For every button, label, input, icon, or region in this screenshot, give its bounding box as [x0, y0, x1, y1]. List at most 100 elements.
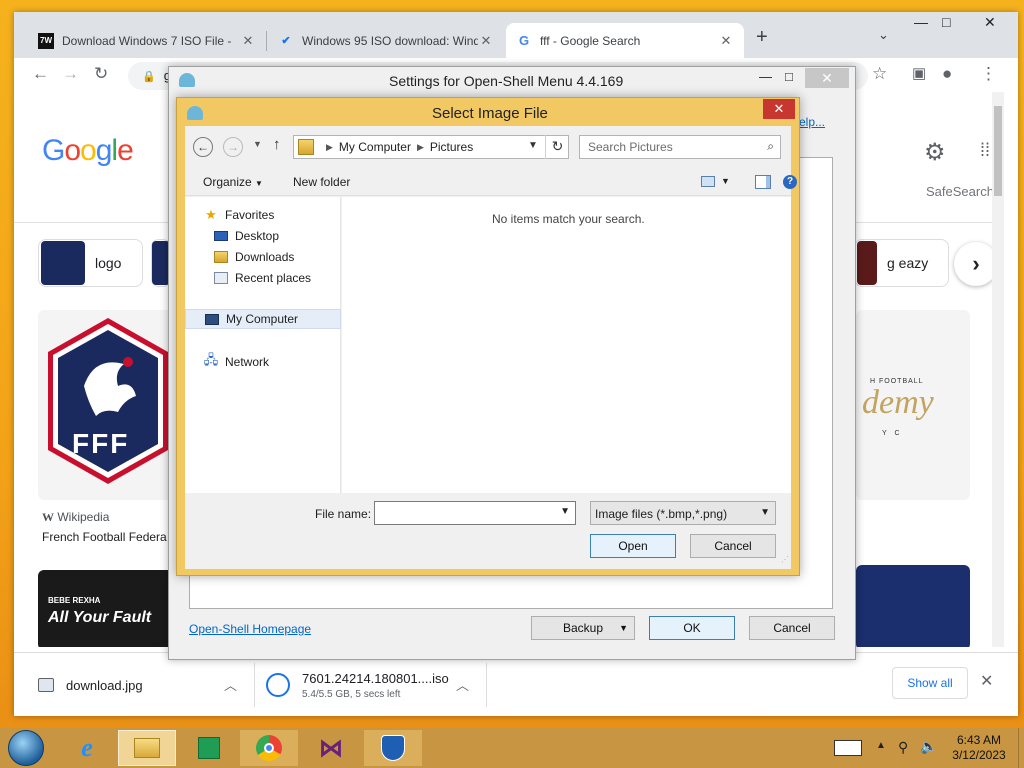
tray-expand-arrow-icon[interactable]: ▲: [876, 740, 886, 751]
settings-gear-icon[interactable]: ⚙: [924, 138, 946, 167]
backup-button[interactable]: Backup ▼: [531, 616, 635, 640]
safesearch-label[interactable]: SafeSearch: [926, 184, 994, 199]
reload-icon[interactable]: ↻: [94, 64, 108, 84]
taskbar-clock[interactable]: 6:43 AM 3/12/2023: [946, 733, 1012, 763]
close-tab-icon[interactable]: ✕: [478, 33, 494, 49]
bebe-rexha-image[interactable]: BEBE REXHA All Your Fault: [38, 570, 178, 647]
nav-desktop[interactable]: Desktop: [213, 226, 279, 246]
address-breadcrumb[interactable]: ▶ My Computer ▶ Pictures ▼: [293, 135, 569, 159]
open-shell-homepage-link[interactable]: Open-Shell Homepage: [189, 622, 311, 636]
breadcrumb-pictures[interactable]: Pictures: [430, 140, 473, 154]
chrome-icon[interactable]: [240, 730, 298, 766]
download-item[interactable]: download.jpg: [38, 665, 143, 705]
scrollbar-thumb[interactable]: [994, 106, 1002, 196]
internet-explorer-icon[interactable]: e: [58, 730, 116, 766]
download-filename: download.jpg: [66, 677, 143, 693]
dialog-title-bar[interactable]: Select Image File ✕: [177, 98, 799, 126]
close-window-icon[interactable]: ✕: [984, 14, 996, 31]
file-list-pane[interactable]: No items match your search.: [342, 197, 791, 493]
forward-arrow-icon[interactable]: →: [223, 137, 243, 157]
nav-favorites[interactable]: ★ Favorites: [203, 205, 274, 225]
refresh-icon[interactable]: ↻: [545, 135, 569, 159]
cancel-button[interactable]: Cancel: [749, 616, 835, 640]
search-input[interactable]: Search Pictures ⌕: [579, 135, 781, 159]
close-icon[interactable]: ✕: [763, 99, 795, 119]
chevron-down-icon[interactable]: ▼: [560, 506, 570, 517]
nav-my-computer[interactable]: My Computer: [185, 309, 341, 329]
file-type-select[interactable]: Image files (*.bmp,*.png) ▼: [590, 501, 776, 525]
nav-downloads[interactable]: Downloads: [213, 247, 294, 267]
tab-google-search[interactable]: G fff - Google Search ✕: [506, 23, 744, 58]
folder-icon: [298, 139, 314, 155]
chip-logo[interactable]: logo: [38, 239, 143, 287]
ok-button[interactable]: OK: [649, 616, 735, 640]
chip-g-eazy[interactable]: g eazy: [854, 239, 949, 287]
result-title[interactable]: French Football Federa: [42, 530, 167, 544]
shield-icon[interactable]: [364, 730, 422, 766]
volume-icon[interactable]: 🔈: [920, 738, 937, 755]
nav-recent-places[interactable]: Recent places: [213, 268, 311, 288]
store-icon[interactable]: [180, 730, 238, 766]
page-scrollbar[interactable]: [992, 92, 1004, 647]
settings-title-bar[interactable]: Settings for Open-Shell Menu 4.4.169 — □…: [169, 67, 855, 95]
change-view-icon[interactable]: [701, 176, 715, 187]
chevron-up-icon[interactable]: ︿: [224, 675, 237, 694]
organize-button[interactable]: Organize ▼: [203, 175, 263, 189]
chevron-up-icon[interactable]: ︿: [456, 675, 469, 694]
bookmark-star-icon[interactable]: ☆: [872, 64, 887, 84]
close-downloads-icon[interactable]: ✕: [980, 671, 993, 691]
minimize-icon[interactable]: —: [914, 14, 928, 30]
star-icon: ★: [205, 207, 217, 222]
close-tab-icon[interactable]: ✕: [240, 33, 256, 49]
maximize-icon[interactable]: □: [785, 69, 793, 84]
new-tab-plus-icon[interactable]: +: [756, 26, 768, 49]
new-folder-button[interactable]: New folder: [293, 175, 350, 189]
minimize-icon[interactable]: —: [759, 69, 772, 84]
tab-search-chevron-icon[interactable]: ⌄: [878, 27, 889, 43]
side-panel-icon[interactable]: ▣: [912, 64, 926, 82]
tab-windows7[interactable]: 7W Download Windows 7 ISO File - ✕: [28, 23, 266, 58]
google-logo[interactable]: Google: [42, 134, 134, 168]
back-arrow-icon[interactable]: ←: [32, 64, 49, 84]
recent-locations-chevron-icon[interactable]: ▼: [253, 139, 262, 149]
result-source[interactable]: W Wikipedia: [42, 510, 109, 525]
chevron-down-icon[interactable]: ▼: [528, 140, 538, 151]
fff-logo-image[interactable]: FFF: [38, 310, 178, 500]
network-tray-icon[interactable]: ⚲: [898, 739, 908, 756]
help-icon[interactable]: ?: [783, 175, 797, 189]
fff-jersey-image[interactable]: [856, 565, 970, 647]
dialog-title: Select Image File: [432, 105, 548, 122]
open-button[interactable]: Open: [590, 534, 676, 558]
menu-dots-icon[interactable]: ⋮: [980, 64, 997, 84]
profile-avatar-icon[interactable]: ●: [942, 64, 952, 84]
show-all-button[interactable]: Show all: [892, 667, 968, 699]
close-icon[interactable]: ✕: [805, 68, 849, 88]
show-desktop-button[interactable]: [1018, 728, 1024, 768]
academy-logo-image[interactable]: H FOOTBALL demy Y C: [856, 310, 970, 500]
google-apps-icon[interactable]: ⁞⁞: [980, 140, 990, 161]
chip-label: g eazy: [887, 255, 929, 271]
resize-grip-icon[interactable]: ⋰: [781, 555, 789, 564]
keyboard-icon[interactable]: [834, 740, 862, 756]
preview-pane-icon[interactable]: [755, 175, 771, 189]
file-name-field[interactable]: ▼: [374, 501, 576, 525]
forward-arrow-icon[interactable]: →: [62, 64, 79, 84]
back-arrow-icon[interactable]: ←: [193, 137, 213, 157]
maximize-icon[interactable]: □: [942, 14, 950, 30]
cancel-button[interactable]: Cancel: [690, 534, 776, 558]
file-explorer-icon[interactable]: [118, 730, 176, 766]
tab-windows95[interactable]: ✔ Windows 95 ISO download: Wind ✕: [268, 23, 504, 58]
search-icon[interactable]: ⌕: [767, 139, 774, 154]
start-orb-button[interactable]: [8, 730, 44, 766]
close-tab-icon[interactable]: ✕: [718, 33, 734, 49]
help-link[interactable]: elp...: [799, 115, 825, 129]
download-item[interactable]: 7601.24214.180801....iso 5.4/5.5 GB, 5 s…: [266, 665, 449, 705]
shell-app-icon: [187, 106, 203, 120]
view-options-chevron-icon[interactable]: ▼: [721, 176, 730, 186]
select-image-file-dialog: Select Image File ✕ ← → ▼ ↑ ▶ My Compute…: [176, 97, 800, 576]
up-arrow-icon[interactable]: ↑: [273, 136, 281, 153]
breadcrumb-my-computer[interactable]: My Computer: [339, 140, 411, 154]
visual-studio-icon[interactable]: ⋈: [302, 730, 360, 766]
nav-label: Favorites: [225, 208, 275, 222]
nav-network[interactable]: 🖧 Network: [203, 352, 269, 372]
